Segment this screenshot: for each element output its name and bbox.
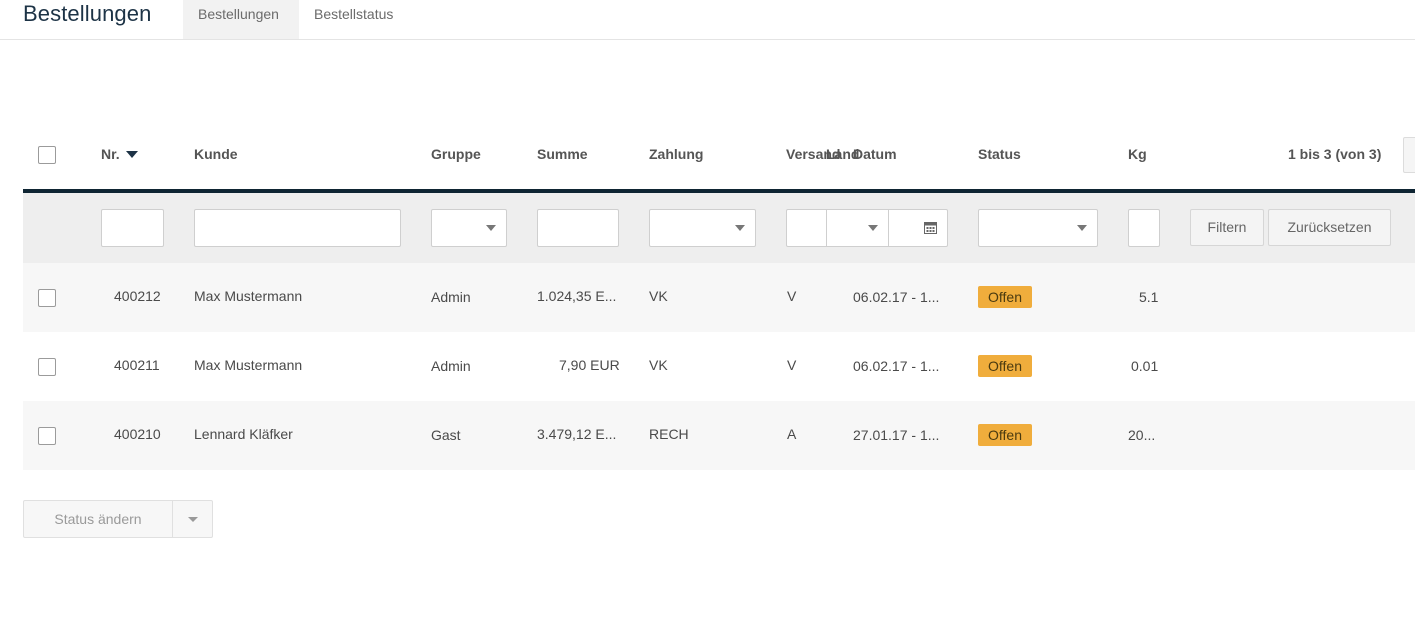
- table-row[interactable]: 400210 Lennard Kläfker Gast 3.479,12 E..…: [23, 401, 1415, 470]
- filter-row: Filtern Zurücksetzen: [23, 193, 1415, 263]
- cell-nr: 400210: [114, 426, 161, 442]
- cell-kunde: Max Mustermann: [194, 288, 303, 304]
- filter-zahlung-select[interactable]: [649, 209, 756, 247]
- row-checkbox[interactable]: [38, 289, 56, 307]
- tab-bestellungen[interactable]: Bestellungen: [183, 0, 299, 39]
- filter-gruppe-select[interactable]: [431, 209, 507, 247]
- cell-datum: 06.02.17 - 1...: [853, 358, 940, 374]
- cell-kunde: Max Mustermann: [194, 357, 303, 373]
- table-header: Nr. Kunde Gruppe Summe Zahlung Versand L…: [23, 118, 1415, 190]
- status-badge: Offen: [978, 355, 1032, 377]
- cell-versand: V: [787, 288, 797, 304]
- cell-nr: 400212: [114, 288, 161, 304]
- cell-zahlung: VK: [649, 357, 668, 373]
- table-row[interactable]: 400211 Max Mustermann Admin 7,90 EUR VK …: [23, 332, 1415, 401]
- cell-datum: 06.02.17 - 1...: [853, 289, 940, 305]
- filter-datum-input[interactable]: [888, 209, 948, 247]
- cell-zahlung: RECH: [649, 426, 689, 442]
- status-change-dropdown-button[interactable]: [172, 500, 213, 538]
- chevron-down-icon: [735, 225, 745, 231]
- column-header-datum[interactable]: Datum: [853, 146, 897, 162]
- filter-nr-input[interactable]: [101, 209, 164, 247]
- cell-summe: 3.479,12 E...: [537, 426, 617, 442]
- column-header-kg[interactable]: Kg: [1128, 146, 1147, 162]
- cell-gruppe: Admin: [431, 358, 471, 374]
- cell-summe: 1.024,35 E...: [537, 288, 617, 304]
- column-header-zahlung[interactable]: Zahlung: [649, 146, 703, 162]
- column-header-kunde[interactable]: Kunde: [194, 146, 238, 162]
- cell-kunde: Lennard Kläfker: [194, 426, 293, 442]
- column-header-summe[interactable]: Summe: [537, 146, 588, 162]
- column-header-nr-label: Nr.: [101, 146, 120, 162]
- chevron-down-icon: [868, 225, 878, 231]
- calendar-icon: [924, 222, 937, 234]
- chevron-down-icon: [188, 517, 198, 522]
- filter-kunde-input[interactable]: [194, 209, 401, 247]
- column-header-status[interactable]: Status: [978, 146, 1021, 162]
- filter-summe-input[interactable]: [537, 209, 619, 247]
- column-header-nr[interactable]: Nr.: [101, 146, 138, 162]
- pagination-info: 1 bis 3 (von 3): [1288, 146, 1382, 162]
- column-header-gruppe[interactable]: Gruppe: [431, 146, 481, 162]
- status-badge: Offen: [978, 424, 1032, 446]
- cell-kg: 5.1: [1139, 289, 1159, 305]
- tab-bestellstatus[interactable]: Bestellstatus: [299, 0, 408, 39]
- filter-status-select[interactable]: [978, 209, 1098, 247]
- cell-kg: 0.01: [1131, 358, 1159, 374]
- sort-descending-icon: [125, 151, 138, 158]
- filter-land-select[interactable]: [826, 209, 889, 247]
- reset-filter-button[interactable]: Zurücksetzen: [1268, 209, 1391, 246]
- row-checkbox[interactable]: [38, 427, 56, 445]
- cell-datum: 27.01.17 - 1...: [853, 427, 940, 443]
- filter-button[interactable]: Filtern: [1190, 209, 1264, 246]
- cell-versand: V: [787, 357, 797, 373]
- cell-nr: 400211: [114, 357, 160, 373]
- pagination-button[interactable]: [1403, 137, 1415, 173]
- cell-kg: 20...: [1128, 427, 1156, 443]
- row-checkbox[interactable]: [38, 358, 56, 376]
- chevron-down-icon: [486, 225, 496, 231]
- page-title: Bestellungen: [23, 1, 152, 26]
- status-badge: Offen: [978, 286, 1032, 308]
- cell-zahlung: VK: [649, 288, 668, 304]
- table-row[interactable]: 400212 Max Mustermann Admin 1.024,35 E..…: [23, 263, 1415, 332]
- cell-gruppe: Gast: [431, 427, 461, 443]
- filter-kg-input[interactable]: [1128, 209, 1160, 247]
- top-bar: Bestellungen Bestellungen Bestellstatus: [0, 0, 1415, 40]
- select-all-checkbox[interactable]: [38, 146, 56, 164]
- cell-versand: A: [787, 426, 797, 442]
- cell-summe: 7,90 EUR: [559, 357, 620, 373]
- filter-versand-input[interactable]: [786, 209, 827, 247]
- status-change-button[interactable]: Status ändern: [23, 500, 173, 538]
- chevron-down-icon: [1077, 225, 1087, 231]
- cell-gruppe: Admin: [431, 289, 471, 305]
